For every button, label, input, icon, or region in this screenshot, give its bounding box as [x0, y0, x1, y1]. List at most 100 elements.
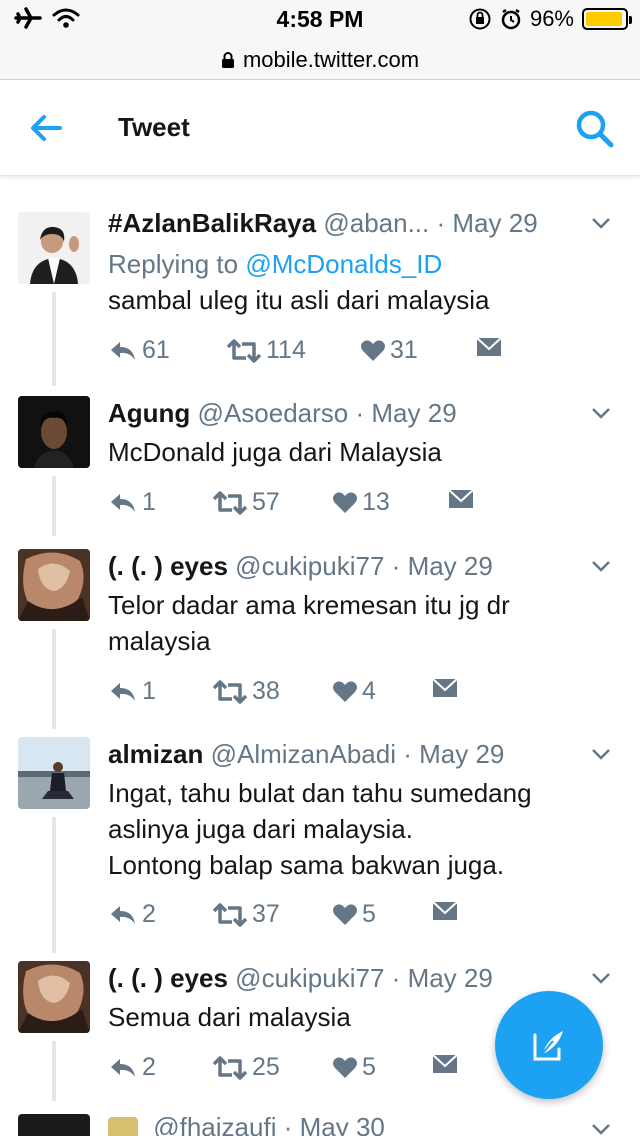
- reply-icon: [111, 1058, 135, 1077]
- alarm-icon: [501, 8, 521, 30]
- user-handle[interactable]: @cukipuki77: [235, 551, 384, 581]
- user-handle[interactable]: @AlmizanAbadi: [211, 739, 396, 769]
- chevron-down-icon[interactable]: [590, 1120, 612, 1136]
- avatar[interactable]: [18, 737, 90, 809]
- reply-button[interactable]: 2: [108, 900, 156, 929]
- tweet-text: sambal uleg itu asli dari malaysia: [108, 285, 490, 315]
- reply-button[interactable]: 61: [108, 336, 170, 365]
- heart-icon: [333, 1056, 357, 1078]
- user-handle[interactable]: @cukipuki77: [235, 963, 384, 993]
- like-button[interactable]: 13: [332, 488, 390, 517]
- avatar[interactable]: [18, 961, 90, 1033]
- like-count: 13: [362, 488, 390, 516]
- separator: ·: [283, 1112, 293, 1136]
- tweet-text: Telor dadar ama kremesan itu jg dr malay…: [108, 590, 510, 656]
- user-name[interactable]: Agung: [108, 398, 190, 428]
- reply-button[interactable]: 1: [108, 677, 156, 706]
- battery-icon: [582, 8, 632, 30]
- user-handle[interactable]: @Asoedarso: [198, 398, 349, 428]
- tweet-date[interactable]: May 30: [300, 1112, 385, 1136]
- user-name[interactable]: (. (. ) eyes: [108, 963, 228, 993]
- user-handle[interactable]: @aban...: [323, 208, 429, 238]
- like-button[interactable]: 31: [360, 336, 418, 365]
- tweet-text: McDonald juga dari Malaysia: [108, 437, 442, 467]
- like-button[interactable]: 5: [332, 900, 376, 929]
- heart-icon: [333, 680, 357, 702]
- tweet-date[interactable]: May 29: [408, 551, 493, 581]
- tweet[interactable]: #AzlanBalikRaya @aban... · May 29 Replyi…: [0, 206, 640, 386]
- user-name[interactable]: (. (. ) eyes: [108, 551, 228, 581]
- like-button[interactable]: 4: [332, 677, 376, 706]
- back-arrow-icon: [31, 115, 62, 141]
- retweet-icon: [212, 1055, 248, 1080]
- separator: ·: [403, 739, 412, 769]
- like-count: 5: [362, 1053, 376, 1081]
- reply-icon: [111, 905, 135, 924]
- user-name[interactable]: #AzlanBalikRaya: [108, 208, 316, 238]
- envelope-icon: [432, 1054, 458, 1073]
- avatar[interactable]: [18, 549, 90, 621]
- retweet-button[interactable]: 38: [212, 677, 280, 706]
- reply-count: 2: [142, 900, 156, 928]
- envelope-icon: [432, 678, 458, 697]
- retweet-icon: [212, 679, 248, 704]
- lock-icon: [221, 51, 234, 68]
- retweet-button[interactable]: 57: [212, 488, 280, 517]
- chevron-down-icon[interactable]: [590, 214, 612, 232]
- reply-count: 61: [142, 336, 170, 364]
- message-button[interactable]: [476, 336, 502, 358]
- user-handle[interactable]: @fhaizaufi: [153, 1112, 276, 1136]
- retweet-button[interactable]: 25: [212, 1053, 280, 1082]
- separator: ·: [436, 208, 446, 238]
- back-button[interactable]: [26, 110, 66, 146]
- avatar[interactable]: [18, 1114, 90, 1136]
- reply-button[interactable]: 2: [108, 1053, 156, 1082]
- message-button[interactable]: [448, 488, 474, 510]
- envelope-icon: [448, 489, 474, 508]
- mention-link[interactable]: @McDonalds_ID: [245, 249, 442, 279]
- avatar[interactable]: [18, 212, 90, 284]
- chevron-down-icon[interactable]: [590, 969, 612, 987]
- orientation-lock-icon: [469, 8, 491, 30]
- search-button[interactable]: [574, 108, 616, 150]
- retweet-button[interactable]: 37: [212, 900, 280, 929]
- retweet-count: 57: [252, 488, 280, 516]
- battery-percent: 96%: [529, 6, 574, 31]
- tweet-date[interactable]: May 29: [419, 739, 504, 769]
- chevron-down-icon[interactable]: [590, 404, 612, 422]
- tweet-date[interactable]: May 29: [452, 208, 537, 238]
- like-count: 31: [390, 336, 418, 364]
- search-icon: [576, 110, 614, 148]
- message-button[interactable]: [432, 900, 458, 922]
- message-button[interactable]: [432, 1053, 458, 1075]
- retweet-icon: [212, 490, 248, 515]
- tweet-date[interactable]: May 29: [408, 963, 493, 993]
- tweet[interactable]: almizan @AlmizanAbadi · May 29 Ingat, ta…: [0, 737, 640, 953]
- avatar[interactable]: [18, 396, 90, 468]
- tweet[interactable]: @fhaizaufi · May 30: [0, 1110, 640, 1136]
- status-bar: 4:58 PM 96%: [0, 0, 640, 40]
- compose-button[interactable]: [495, 991, 603, 1099]
- tweet[interactable]: (. (. ) eyes @cukipuki77 · May 29 Telor …: [0, 549, 640, 729]
- separator: ·: [391, 551, 401, 581]
- like-button[interactable]: 5: [332, 1053, 376, 1082]
- tweet[interactable]: Agung @Asoedarso · May 29 McDonald juga …: [0, 396, 640, 536]
- retweet-count: 38: [252, 677, 280, 705]
- user-name[interactable]: almizan: [108, 739, 203, 769]
- chevron-down-icon[interactable]: [590, 557, 612, 575]
- envelope-icon: [432, 901, 458, 920]
- tweet-actions: 61 114 31: [108, 336, 528, 370]
- reply-icon: [111, 682, 135, 701]
- like-count: 4: [362, 677, 376, 705]
- retweet-icon: [212, 902, 248, 927]
- message-button[interactable]: [432, 677, 458, 699]
- tweet-text: Ingat, tahu bulat dan tahu sumedang asli…: [108, 778, 532, 880]
- reply-button[interactable]: 1: [108, 488, 156, 517]
- chevron-down-icon[interactable]: [590, 745, 612, 763]
- retweet-count: 114: [266, 336, 306, 364]
- tweet-date[interactable]: May 29: [371, 398, 456, 428]
- url-bar[interactable]: mobile.twitter.com: [0, 40, 640, 80]
- heart-icon: [333, 491, 357, 513]
- separator: ·: [391, 963, 401, 993]
- retweet-button[interactable]: 114: [226, 336, 306, 365]
